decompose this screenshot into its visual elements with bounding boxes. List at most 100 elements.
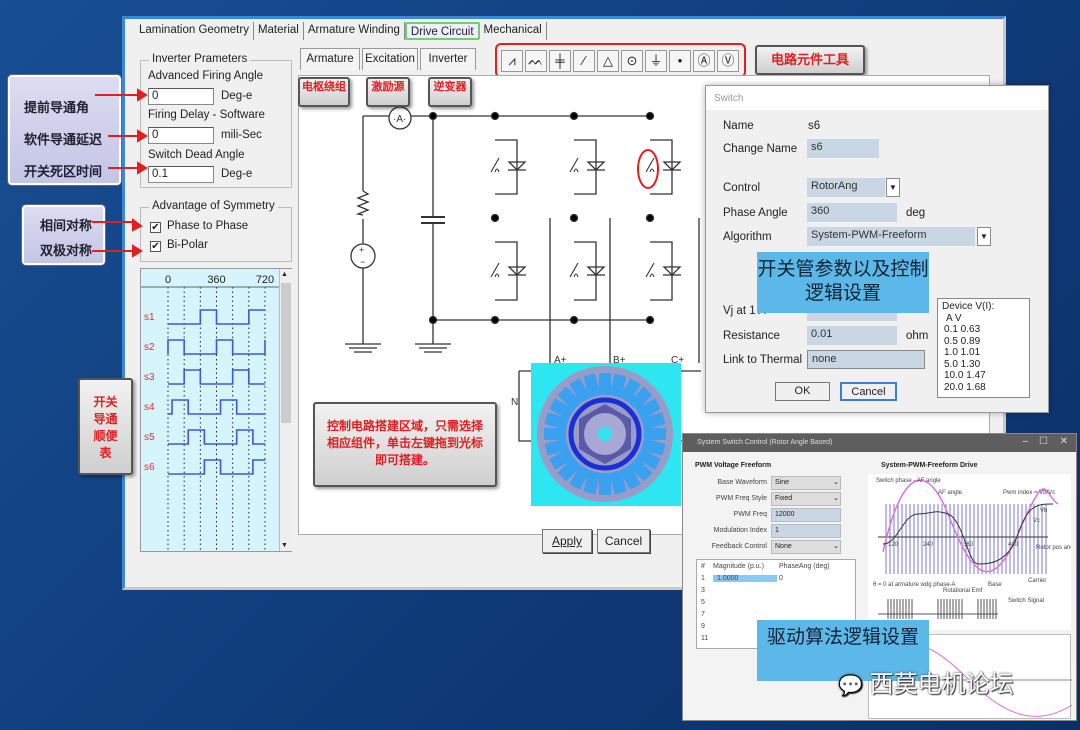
field-label: Modulation Index bbox=[713, 527, 767, 534]
close-icon[interactable]: ✕ bbox=[1060, 436, 1068, 447]
armature-callout: 电枢绕组 bbox=[298, 77, 350, 107]
section-title: PWM Voltage Freeform bbox=[695, 462, 772, 469]
subtab-inverter[interactable]: Inverter bbox=[420, 48, 476, 70]
device-vi-list[interactable]: Device V(I): A V 0.1 0.63 0.5 0.89 1.0 1.0… bbox=[937, 298, 1030, 398]
list-item: 5.0 1.30 bbox=[944, 358, 981, 370]
table-cell: 5 bbox=[701, 599, 705, 606]
table-cell[interactable]: 0 bbox=[779, 575, 783, 582]
switch-waveforms: 0 360 720s1s2s3s4s5s6 bbox=[141, 274, 279, 551]
switch bbox=[645, 262, 655, 278]
node bbox=[569, 315, 579, 325]
diode-icon[interactable]: △ bbox=[597, 49, 619, 72]
apply-button[interactable]: Apply bbox=[542, 529, 592, 553]
tab-armature-winding[interactable]: Armature Winding bbox=[304, 22, 405, 40]
voltmeter-icon[interactable]: Ⓥ bbox=[717, 49, 739, 72]
watermark: 💬 西莫电机论坛 bbox=[838, 664, 1014, 699]
name-label: Name bbox=[723, 120, 754, 132]
node bbox=[645, 111, 655, 121]
list-item: 0.1 0.63 bbox=[944, 324, 981, 335]
toolbar-callout: 电路元件工具 bbox=[755, 45, 865, 75]
node bbox=[569, 111, 579, 121]
field-input[interactable]: None bbox=[771, 540, 841, 554]
subtab-armature[interactable]: Armature bbox=[300, 48, 360, 70]
chevron-down-icon[interactable]: ⌄ bbox=[833, 542, 839, 550]
table-cell: 3 bbox=[701, 587, 705, 594]
switch-icon[interactable]: ⁄ bbox=[573, 49, 595, 72]
switch-waveform-s1 bbox=[168, 309, 265, 325]
callout-arrows bbox=[92, 88, 148, 258]
minimize-icon[interactable]: – bbox=[1022, 436, 1028, 447]
switch bbox=[490, 262, 500, 278]
switch-label: s3 bbox=[144, 372, 155, 383]
node-icon[interactable]: • bbox=[669, 49, 691, 72]
unit-label: deg bbox=[906, 207, 926, 219]
link-thermal-label: Link to Thermal bbox=[723, 354, 803, 366]
svg-text:−: − bbox=[360, 257, 365, 267]
capacitor-icon[interactable]: ╪ bbox=[549, 49, 571, 72]
capacitor bbox=[421, 216, 445, 224]
vertical-scrollbar[interactable]: ▲ ▼ bbox=[279, 269, 292, 551]
chevron-down-icon[interactable]: ▼ bbox=[886, 178, 900, 197]
diagram-label: 240 bbox=[923, 542, 934, 548]
diagram-label: Vb bbox=[1040, 508, 1048, 514]
field-input[interactable]: Sine bbox=[771, 476, 841, 490]
control-select[interactable]: RotorAng bbox=[807, 178, 885, 197]
field-label: Feedback Control bbox=[711, 543, 767, 550]
node bbox=[645, 315, 655, 325]
tab-drive-circuit[interactable]: Drive Circuit bbox=[404, 22, 480, 40]
voltage-source-icon[interactable]: ⊙ bbox=[621, 49, 643, 72]
switch-label: s2 bbox=[144, 342, 155, 353]
inductor-icon[interactable]: ᨓ bbox=[525, 49, 547, 72]
resistor-icon[interactable]: ⩘ bbox=[501, 49, 523, 72]
change-name-input[interactable]: s6 bbox=[807, 139, 879, 158]
unit-label: ohm bbox=[906, 330, 929, 342]
link-thermal-select[interactable]: none bbox=[807, 350, 925, 369]
maximize-icon[interactable]: ☐ bbox=[1039, 436, 1048, 447]
chevron-down-icon[interactable]: ⌄ bbox=[833, 478, 839, 486]
dialog-title: Switch bbox=[706, 86, 1048, 110]
subtab-excitation[interactable]: Excitation bbox=[362, 48, 418, 70]
tab-mechanical[interactable]: Mechanical bbox=[480, 22, 547, 40]
chevron-down-icon[interactable]: ⌄ bbox=[833, 494, 839, 502]
switch-label: s5 bbox=[144, 432, 155, 443]
list-item: 0.5 0.89 bbox=[944, 335, 981, 347]
diagram-label: Switch phase - AF angle bbox=[876, 478, 941, 484]
field-input[interactable]: Fixed bbox=[771, 492, 841, 506]
resistance-input[interactable]: 0.01 bbox=[807, 326, 897, 345]
inverter-callout: 逆变器 bbox=[428, 77, 472, 107]
column-header: PhaseAng (deg) bbox=[779, 563, 830, 570]
ground-icon[interactable]: ⏚ bbox=[645, 49, 667, 72]
list-title: Device V(I): bbox=[942, 301, 995, 312]
algorithm-label: Algorithm bbox=[723, 231, 772, 243]
diagram-label: Switch Signal bbox=[1008, 598, 1044, 604]
switch bbox=[645, 157, 655, 173]
section-title: System-PWM-Freeform Drive bbox=[881, 462, 978, 469]
node bbox=[490, 111, 500, 121]
field-label: PWM Freq Style bbox=[716, 495, 767, 502]
node bbox=[490, 213, 500, 223]
diagram-label: Base bbox=[988, 582, 1002, 588]
ok-button[interactable]: OK bbox=[775, 382, 830, 401]
algorithm-select[interactable]: System-PWM-Freeform bbox=[807, 227, 975, 246]
diagram-label: Vc bbox=[1033, 518, 1040, 524]
switch-label: s1 bbox=[144, 312, 155, 323]
ammeter-icon[interactable]: Ⓐ bbox=[693, 49, 715, 72]
scroll-down-icon[interactable]: ▼ bbox=[281, 542, 288, 549]
chevron-down-icon[interactable]: ▼ bbox=[977, 227, 991, 246]
watermark-text: 西莫电机论坛 bbox=[869, 671, 1014, 698]
field-input[interactable]: 1 bbox=[771, 524, 841, 538]
cancel-button[interactable]: Cancel bbox=[597, 529, 650, 553]
motor-mesh-image bbox=[531, 363, 681, 506]
scroll-thumb[interactable] bbox=[281, 283, 291, 423]
table-cell: 7 bbox=[701, 611, 705, 618]
dialog-cancel-button[interactable]: Cancel bbox=[840, 382, 897, 401]
table-cell[interactable]: 1.0000 bbox=[713, 575, 777, 582]
field-input[interactable]: 12000 bbox=[771, 508, 841, 522]
phase-angle-input[interactable]: 360 bbox=[807, 203, 897, 222]
resistor bbox=[355, 190, 370, 216]
pwm-diagram: Switch phase - AF angle AF angle Pwm index… bbox=[868, 474, 1080, 630]
switch bbox=[490, 157, 500, 173]
switch-label: s4 bbox=[144, 402, 155, 413]
node bbox=[645, 213, 655, 223]
circuit-toolbar: ⩘ ᨓ ╪ ⁄ △ ⊙ ⏚ • Ⓐ Ⓥ bbox=[495, 43, 746, 78]
